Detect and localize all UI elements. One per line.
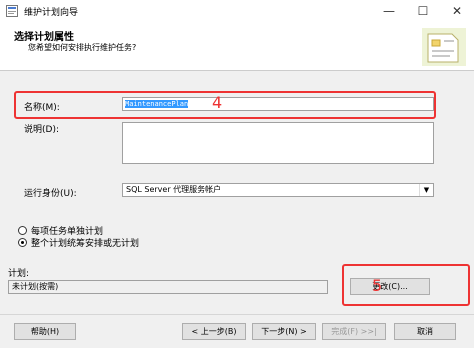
radio-label: 整个计划统筹安排或无计划: [31, 239, 140, 249]
annotation-box-5: [342, 264, 470, 306]
cancel-button[interactable]: 取消: [394, 323, 456, 340]
schedule-value: 未计划(按需): [8, 280, 328, 294]
window-title: 维护计划向导: [24, 8, 79, 18]
close-icon[interactable]: ✕: [440, 0, 474, 22]
page-title: 选择计划属性: [14, 32, 74, 43]
run-as-label: 运行身份(U):: [24, 189, 77, 199]
annotation-box-4: [14, 91, 436, 119]
help-button[interactable]: 帮助(H): [14, 323, 76, 340]
divider: [0, 314, 474, 315]
app-icon: [6, 5, 18, 17]
next-button[interactable]: 下一步(N) >: [252, 323, 316, 340]
radio-button-selected[interactable]: [18, 238, 27, 247]
radio-button[interactable]: [18, 226, 27, 235]
run-as-select[interactable]: SQL Server 代理服务帐户 ▼: [122, 183, 434, 197]
maximize-icon[interactable]: ☐: [406, 0, 440, 22]
page-subtitle: 您希望如何安排执行维护任务?: [28, 43, 137, 52]
back-button[interactable]: < 上一步(B): [182, 323, 246, 340]
description-label: 说明(D):: [24, 125, 59, 135]
chevron-down-icon[interactable]: ▼: [419, 184, 433, 196]
finish-button[interactable]: 完成(F) >>|: [322, 323, 386, 340]
wizard-banner-icon: [422, 28, 466, 66]
schedule-label: 计划:: [8, 269, 30, 279]
radio-single-schedule[interactable]: 整个计划统筹安排或无计划: [18, 236, 139, 249]
description-input[interactable]: [122, 122, 434, 164]
annotation-label-5: 5: [372, 276, 383, 295]
run-as-value: SQL Server 代理服务帐户: [126, 185, 222, 194]
minimize-icon[interactable]: —: [372, 0, 406, 22]
annotation-label-4: 4: [212, 93, 223, 112]
